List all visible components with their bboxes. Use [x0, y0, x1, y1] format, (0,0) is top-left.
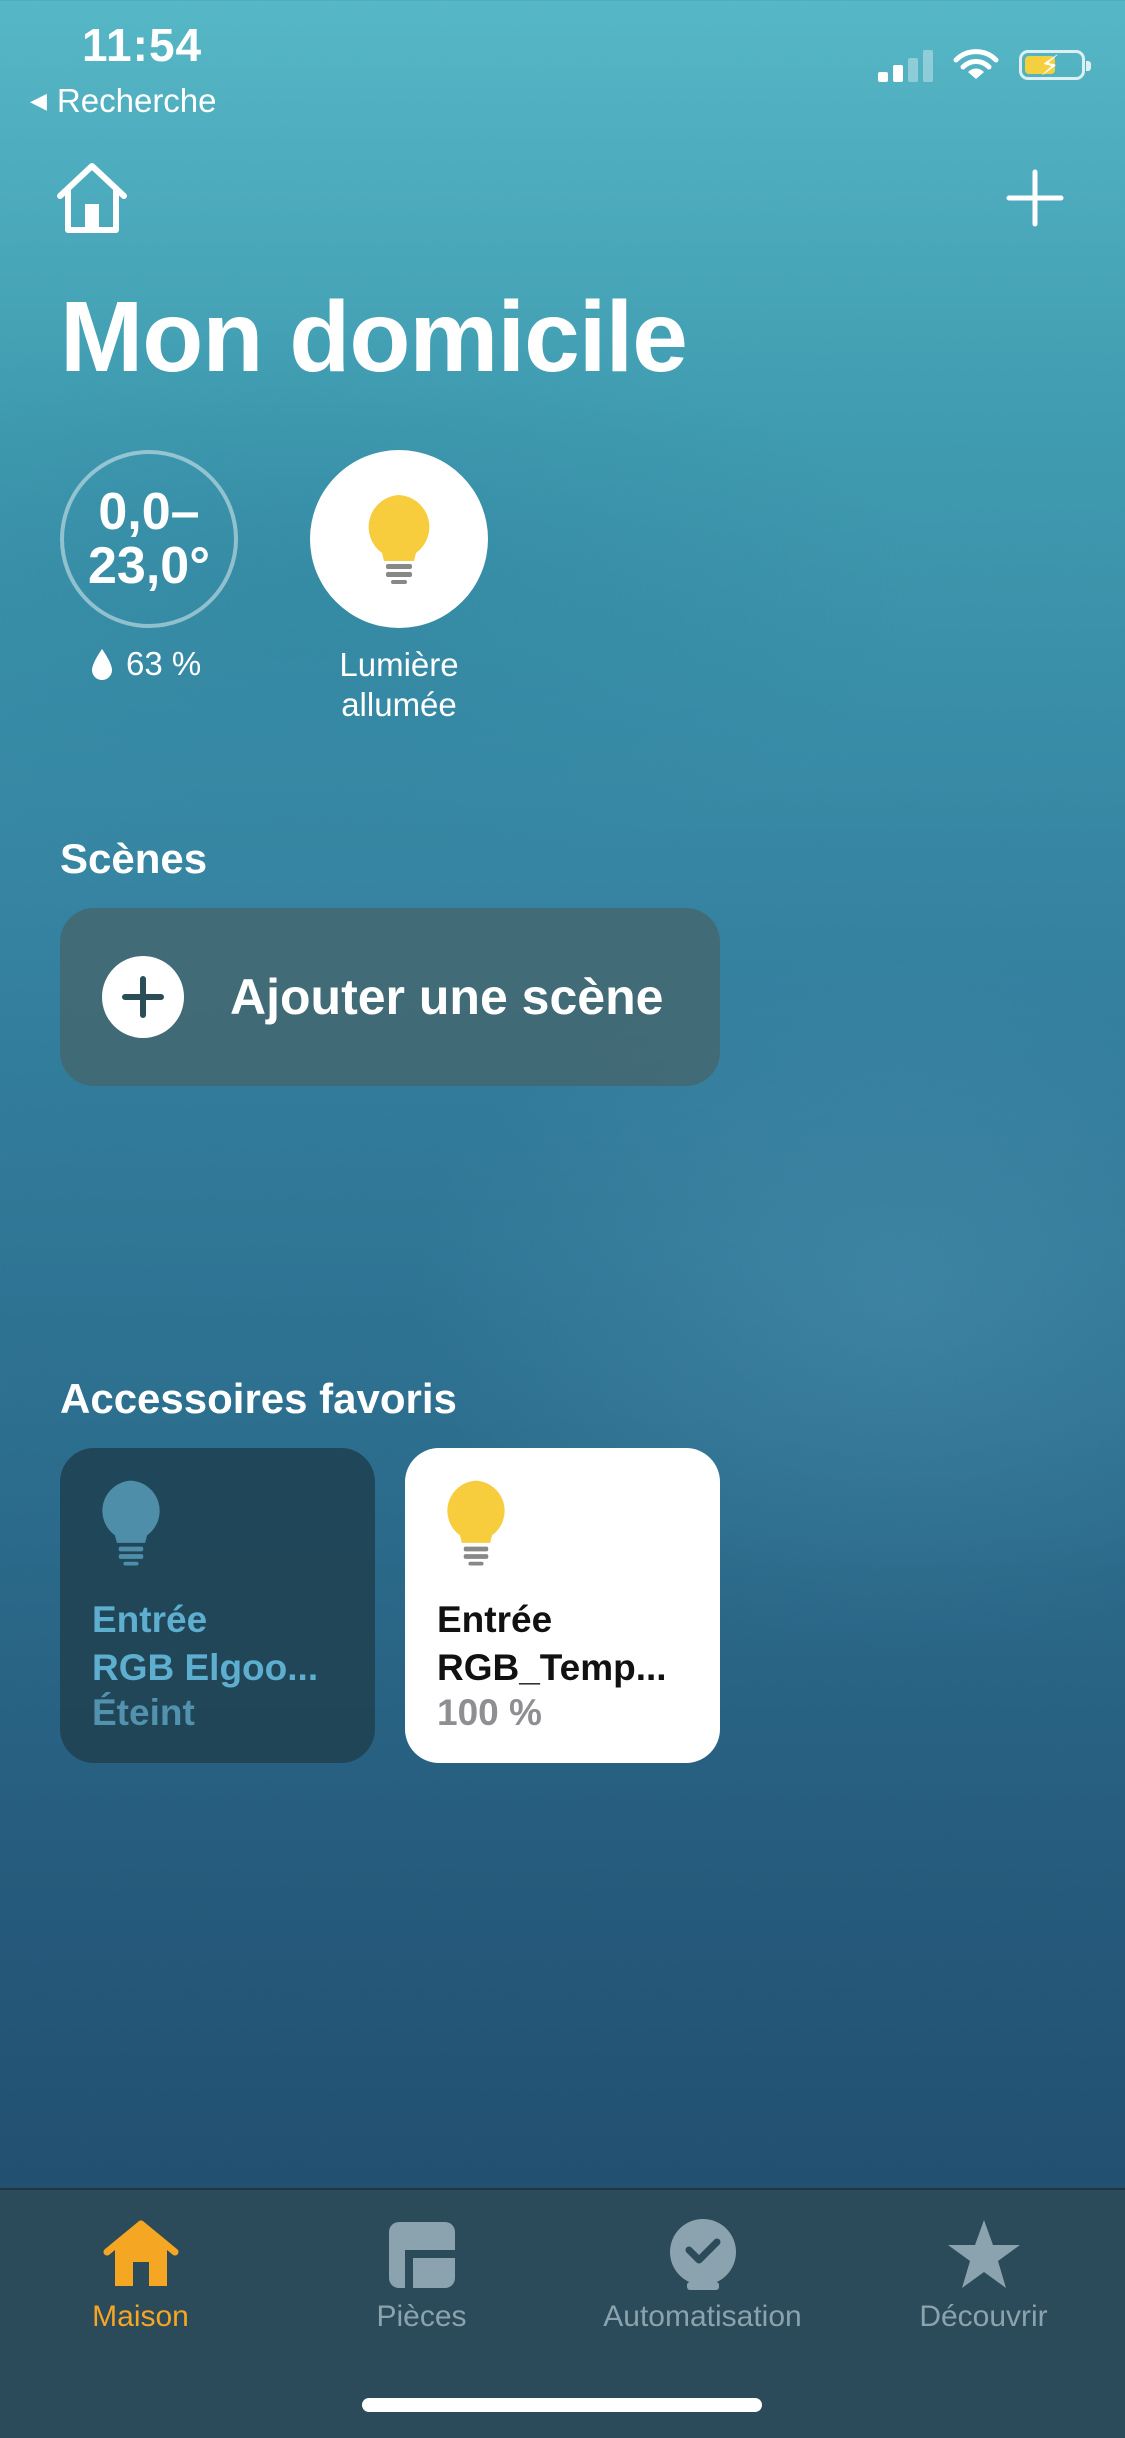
temperature-value: 0,0– 23,0°: [87, 483, 210, 595]
wifi-icon: [953, 49, 999, 79]
status-icons: ⚡: [878, 48, 1091, 82]
add-scene-button[interactable]: Ajouter une scène: [60, 908, 720, 1086]
humidity-status: 63 %: [90, 645, 201, 683]
automation-clock-icon: [669, 2219, 736, 2290]
add-button[interactable]: [1005, 168, 1065, 228]
rooms-icon: [388, 2222, 455, 2288]
accessory-state: 100 %: [437, 1692, 542, 1733]
back-to-search-button[interactable]: ◀ Recherche: [30, 82, 217, 120]
humidity-value: 63 %: [126, 645, 202, 682]
tab-label: Maison: [92, 2300, 189, 2333]
star-icon: [947, 2220, 1020, 2288]
temperature-status[interactable]: 0,0– 23,0°: [60, 450, 238, 628]
scenes-section-title: Scènes: [60, 835, 208, 882]
home-indicator[interactable]: [362, 2398, 762, 2412]
home-settings-button[interactable]: [52, 160, 132, 236]
lightbulb-off-icon: [102, 1480, 160, 1566]
tab-decouvrir[interactable]: Découvrir: [843, 2215, 1124, 2334]
lightbulb-icon: [368, 495, 430, 584]
add-scene-label: Ajouter une scène: [230, 969, 664, 1025]
accessory-name: Entrée RGB Elgoo...: [92, 1599, 319, 1688]
accessory-tile-rgb-temp[interactable]: Entrée RGB_Temp... 100 %: [405, 1448, 720, 1763]
tab-label: Pièces: [376, 2300, 467, 2333]
accessory-name: Entrée RGB_Temp...: [437, 1599, 667, 1688]
status-time: 11:54: [82, 19, 203, 71]
lights-on-status[interactable]: [310, 450, 488, 628]
lightbulb-on-icon: [447, 1480, 505, 1566]
favorites-section-title: Accessoires favoris: [60, 1375, 457, 1422]
tab-label: Découvrir: [919, 2300, 1048, 2333]
lights-on-label: Lumière allumée: [339, 646, 459, 723]
back-arrow-icon: ◀: [30, 88, 47, 113]
tab-automatisation[interactable]: Automatisation: [562, 2215, 843, 2334]
accessory-tile-rgb-elgoo[interactable]: Entrée RGB Elgoo... Éteint: [60, 1448, 375, 1763]
plus-icon: [1006, 169, 1064, 227]
cellular-signal-icon: [878, 48, 933, 82]
tab-maison[interactable]: Maison: [0, 2215, 281, 2334]
tab-pieces[interactable]: Pièces: [281, 2215, 562, 2334]
tab-label: Automatisation: [603, 2300, 802, 2333]
accessory-state: Éteint: [92, 1692, 195, 1733]
house-icon: [103, 2220, 178, 2286]
house-outline-icon: [57, 163, 127, 233]
add-circle-icon: [102, 956, 184, 1038]
back-label: Recherche: [56, 82, 217, 119]
battery-charging-icon: ⚡: [1019, 50, 1091, 81]
water-drop-icon: [92, 649, 112, 680]
page-title: Mon domicile: [60, 281, 688, 393]
